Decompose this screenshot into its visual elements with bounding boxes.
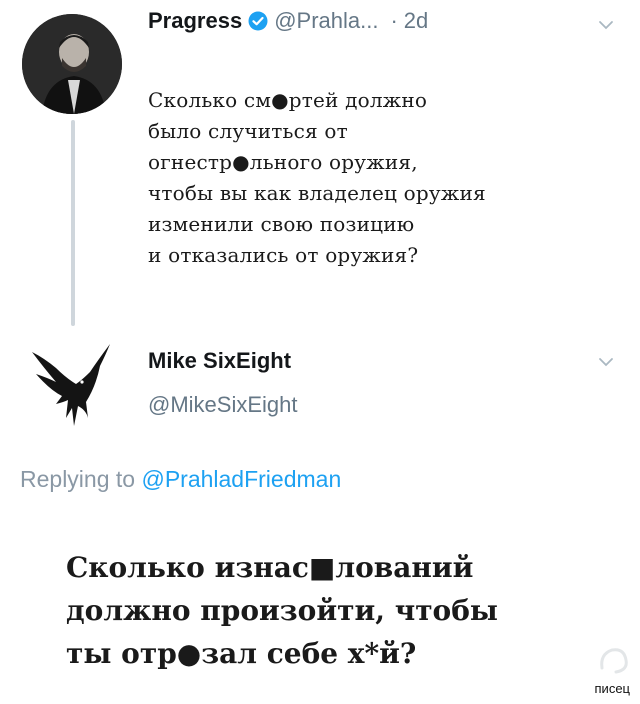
separator-dot: · (390, 8, 398, 33)
chevron-down-icon[interactable] (598, 357, 614, 367)
display-name[interactable]: Pragress (148, 8, 242, 34)
avatar-pragress[interactable] (22, 14, 122, 114)
tweet-text-line: Сколько см●ртей должно (148, 88, 428, 112)
reply-text-line: ты отр●зал себе х*й? (66, 637, 417, 670)
reply-user-handle[interactable]: @MikeSixEight (148, 392, 298, 418)
reply-display-name[interactable]: Mike SixEight (148, 348, 291, 374)
tweet-text-line: было случиться от (148, 119, 348, 143)
tweet-text-line: огнестр●льного оружия, (148, 150, 418, 174)
replying-to: Replying to @PrahladFriedman (20, 466, 341, 493)
verified-badge-icon (248, 11, 268, 31)
tweet-text-line: изменили свою позицию (148, 212, 415, 236)
crow-avatar-icon[interactable] (26, 338, 116, 430)
watermark-logo-icon (600, 648, 628, 674)
tweet-text-line: и отказались от оружия? (148, 243, 419, 267)
tweet-text-line: чтобы вы как владелец оружия (148, 181, 486, 205)
watermark-text: писец (594, 681, 630, 696)
replying-prefix: Replying to (20, 466, 136, 492)
reply-text: Сколько изнас■лований должно произойти, … (66, 546, 626, 675)
timestamp[interactable]: 2d (404, 8, 428, 34)
thread-line (71, 120, 75, 326)
reply-text-line: должно произойти, чтобы (66, 594, 498, 627)
replying-mention-link[interactable]: @PrahladFriedman (141, 466, 341, 492)
reply-text-line: Сколько изнас■лований (66, 551, 474, 584)
tweet-text: Сколько см●ртей должно было случиться от… (148, 85, 640, 271)
chevron-down-icon[interactable] (598, 20, 614, 30)
tweet-header: Pragress @Prahla... · 2d (148, 4, 428, 38)
user-handle[interactable]: @Prahla... (274, 8, 378, 34)
